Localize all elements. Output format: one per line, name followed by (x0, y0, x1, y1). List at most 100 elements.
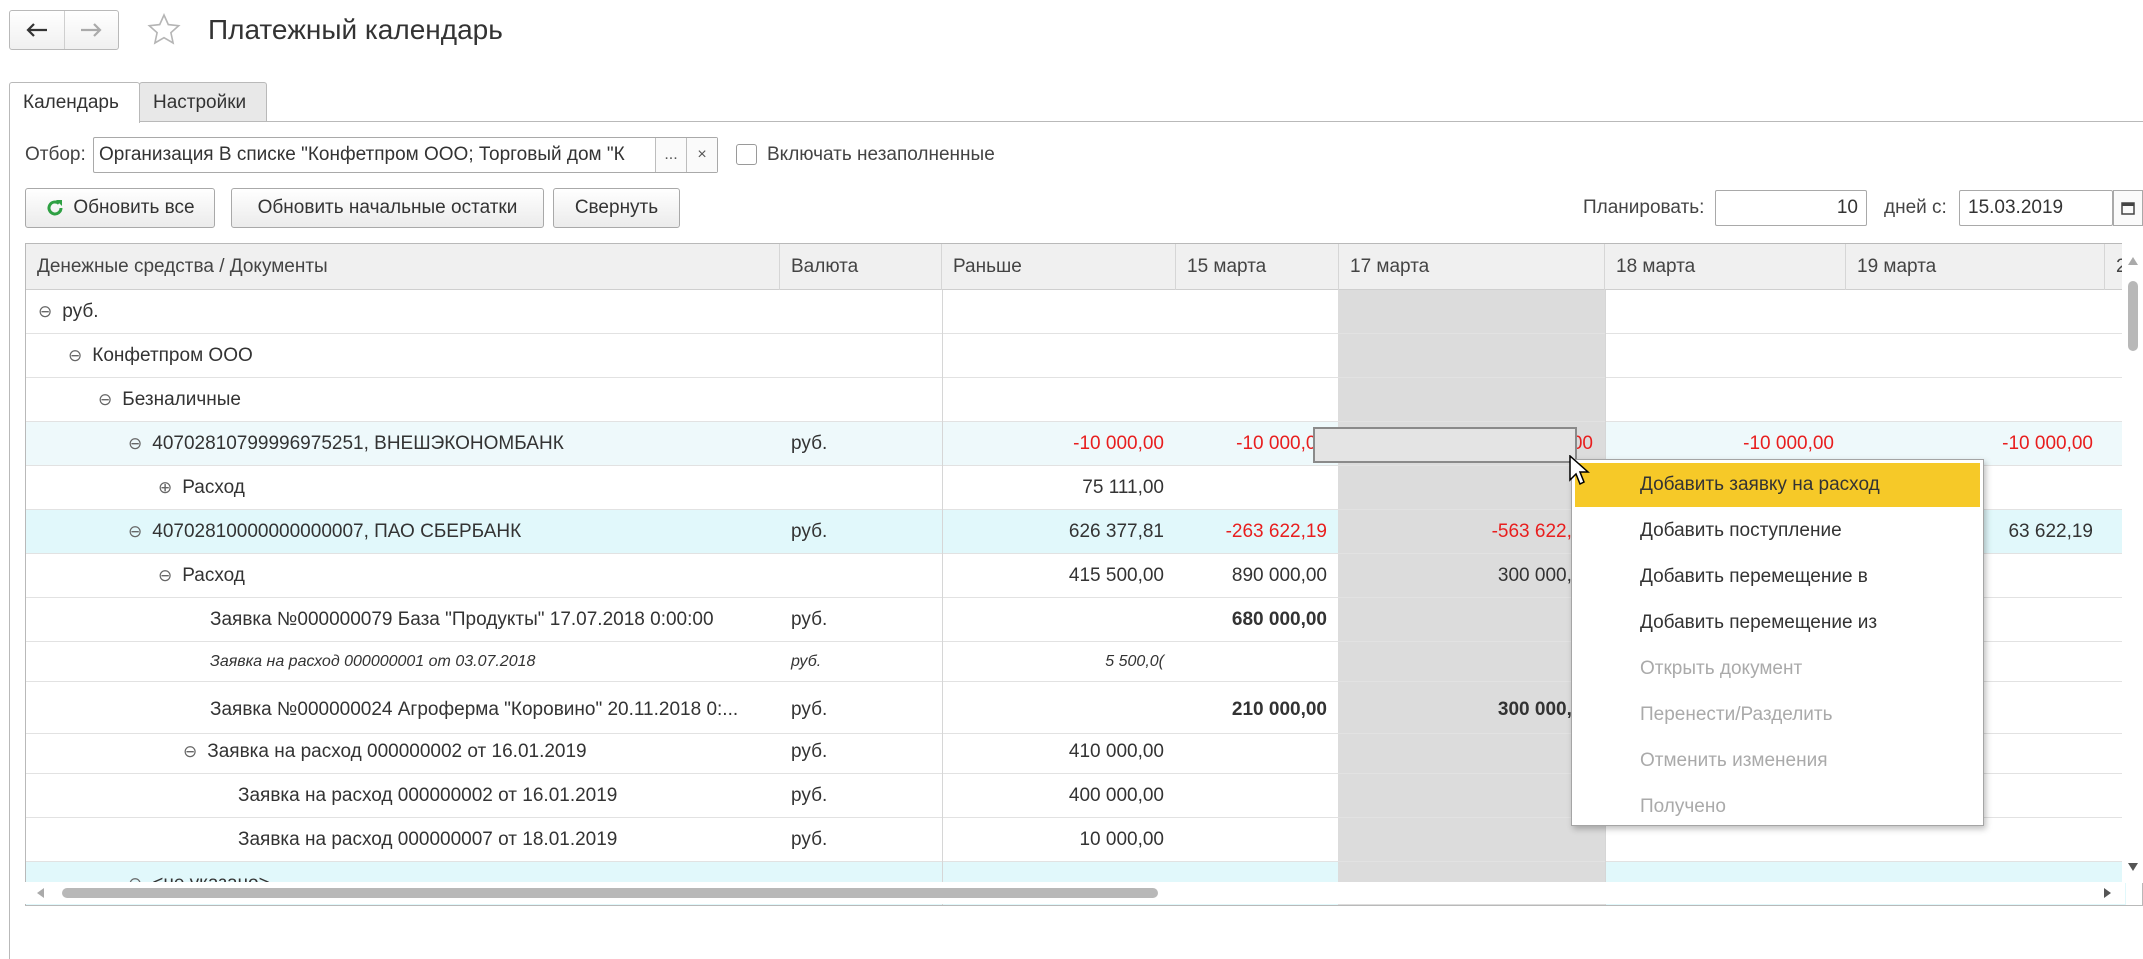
row-cell-d15[interactable] (1176, 334, 1339, 377)
col-header-mar18[interactable]: 18 марта (1605, 244, 1846, 290)
row-cell-currency[interactable]: руб. (780, 642, 942, 681)
collapse-icon[interactable]: ⊖ (128, 522, 142, 542)
row-cell-d17[interactable]: 300 000,00 (1339, 686, 1605, 733)
scroll-up-icon[interactable] (2128, 257, 2138, 265)
row-cell-earlier[interactable] (942, 378, 1176, 421)
collapse-button[interactable]: Свернуть (553, 188, 680, 228)
row-cell-d15[interactable]: -263 622,19 (1176, 510, 1339, 553)
row-cell-earlier[interactable] (942, 686, 1176, 733)
start-date-input[interactable]: 15.03.2019 (1959, 190, 2113, 226)
row-cell-d19[interactable] (1846, 378, 2105, 421)
row-cell-d15[interactable] (1176, 378, 1339, 421)
filter-value[interactable]: Организация В списке "Конфетпром ООО; То… (94, 138, 655, 172)
table-row[interactable]: ⊖ руб. (26, 290, 2126, 334)
filter-select-button[interactable]: ... (655, 138, 686, 172)
row-cell-d18[interactable] (1605, 334, 1846, 377)
row-cell-d17[interactable] (1339, 378, 1605, 421)
include-empty-checkbox[interactable] (736, 144, 757, 165)
col-header-mar15[interactable]: 15 марта (1176, 244, 1339, 290)
row-cell-earlier[interactable]: -10 000,00 (942, 422, 1176, 465)
collapse-icon[interactable]: ⊖ (183, 742, 197, 762)
row-cell-earlier[interactable] (942, 598, 1176, 641)
menu-item[interactable]: Добавить перемещение в (1575, 555, 1980, 599)
row-name-cell[interactable]: ⊖ Безналичные (98, 378, 768, 421)
row-cell-currency[interactable]: руб. (780, 598, 942, 641)
favorite-star-icon[interactable] (146, 12, 182, 48)
scroll-left-icon[interactable] (37, 888, 45, 898)
row-cell-d17[interactable] (1339, 466, 1605, 509)
horizontal-scrollbar[interactable] (25, 882, 2125, 904)
menu-item[interactable]: Добавить перемещение из (1575, 601, 1980, 645)
row-cell-currency[interactable]: руб. (780, 686, 942, 733)
plan-days-input[interactable]: 10 (1715, 190, 1867, 226)
row-name-cell[interactable]: ⊖ Расход (158, 554, 768, 597)
row-cell-d15[interactable] (1176, 818, 1339, 861)
row-cell-d19[interactable] (1846, 290, 2105, 333)
expand-icon[interactable]: ⊕ (158, 478, 172, 498)
row-cell-d15[interactable] (1176, 290, 1339, 333)
row-cell-d17[interactable] (1339, 730, 1605, 773)
row-cell-currency[interactable]: руб. (780, 774, 942, 817)
row-cell-d17[interactable] (1339, 290, 1605, 333)
tab-calendar[interactable]: Календарь (9, 82, 140, 123)
collapse-icon[interactable]: ⊖ (128, 434, 142, 454)
row-name-cell[interactable]: Заявка №000000079 База "Продукты" 17.07.… (210, 598, 768, 641)
row-cell-d15[interactable]: 210 000,00 (1176, 686, 1339, 733)
row-cell-earlier[interactable]: 410 000,00 (942, 730, 1176, 773)
row-cell-currency[interactable]: руб. (780, 730, 942, 773)
row-name-cell[interactable]: Заявка №000000024 Агроферма "Коровино" 2… (210, 686, 768, 733)
row-name-cell[interactable]: ⊕ Расход (158, 466, 768, 509)
scroll-down-icon[interactable] (2128, 863, 2138, 871)
collapse-icon[interactable]: ⊖ (38, 302, 52, 322)
back-button[interactable] (10, 11, 64, 49)
row-cell-earlier[interactable]: 626 377,81 (942, 510, 1176, 553)
horizontal-scroll-thumb[interactable] (62, 888, 1158, 898)
row-cell-earlier[interactable]: 10 000,00 (942, 818, 1176, 861)
col-header-earlier[interactable]: Раньше (942, 244, 1176, 290)
row-cell-earlier[interactable]: 5 500,0( (942, 642, 1176, 681)
row-name-cell[interactable]: ⊖ Заявка на расход 000000002 от 16.01.201… (183, 730, 768, 773)
row-cell-d18[interactable] (1605, 290, 1846, 333)
vertical-scrollbar[interactable] (2122, 243, 2143, 883)
forward-button[interactable] (63, 11, 118, 49)
row-cell-d17[interactable] (1339, 334, 1605, 377)
row-cell-d17[interactable] (1339, 818, 1605, 861)
col-header-mar19[interactable]: 19 марта (1846, 244, 2105, 290)
scroll-right-icon[interactable] (2103, 888, 2111, 898)
row-cell-d15[interactable] (1176, 730, 1339, 773)
row-cell-earlier[interactable]: 415 500,00 (942, 554, 1176, 597)
row-name-cell[interactable]: Заявка на расход 000000001 от 03.07.2018 (210, 642, 768, 681)
row-name-cell[interactable]: Заявка на расход 000000002 от 16.01.2019 (238, 774, 768, 817)
row-cell-d15[interactable] (1176, 642, 1339, 681)
row-cell-currency[interactable]: руб. (780, 818, 942, 861)
row-name-cell[interactable]: ⊖ Конфетпром ООО (68, 334, 768, 377)
row-cell-currency[interactable]: руб. (780, 510, 942, 553)
row-name-cell[interactable]: ⊖ 40702810000000000007, ПАО СБЕРБАНК (128, 510, 768, 553)
row-name-cell[interactable]: Заявка на расход 000000007 от 18.01.2019 (238, 818, 768, 861)
row-cell-d17[interactable] (1339, 598, 1605, 641)
row-cell-currency[interactable] (780, 290, 942, 333)
collapse-icon[interactable]: ⊖ (158, 566, 172, 586)
row-name-cell[interactable]: ⊖ 40702810799996975251, ВНЕШЭКОНОМБАНК (128, 422, 768, 465)
row-cell-d18[interactable] (1605, 378, 1846, 421)
menu-item[interactable]: Добавить заявку на расход (1575, 463, 1980, 507)
row-cell-d17[interactable] (1339, 642, 1605, 681)
refresh-all-button[interactable]: Обновить все (25, 188, 215, 228)
row-cell-d17[interactable]: -563 622,19 (1339, 510, 1605, 553)
collapse-icon[interactable]: ⊖ (98, 390, 112, 410)
row-cell-d15[interactable] (1176, 774, 1339, 817)
row-cell-currency[interactable]: руб. (780, 422, 942, 465)
row-cell-earlier[interactable] (942, 290, 1176, 333)
row-cell-earlier[interactable]: 75 111,00 (942, 466, 1176, 509)
menu-item[interactable]: Добавить поступление (1575, 509, 1980, 553)
vertical-scroll-thumb[interactable] (2128, 281, 2138, 351)
row-cell-d15[interactable]: 680 000,00 (1176, 598, 1339, 641)
row-cell-d15[interactable]: 890 000,00 (1176, 554, 1339, 597)
table-row[interactable]: ⊖ Безналичные (26, 378, 2126, 422)
filter-clear-button[interactable]: × (686, 138, 717, 172)
row-cell-d17[interactable] (1339, 774, 1605, 817)
calendar-button[interactable] (2113, 190, 2143, 226)
col-header-mar17[interactable]: 17 марта (1339, 244, 1605, 290)
row-cell-currency[interactable] (780, 378, 942, 421)
col-header-documents[interactable]: Денежные средства / Документы (26, 244, 780, 290)
